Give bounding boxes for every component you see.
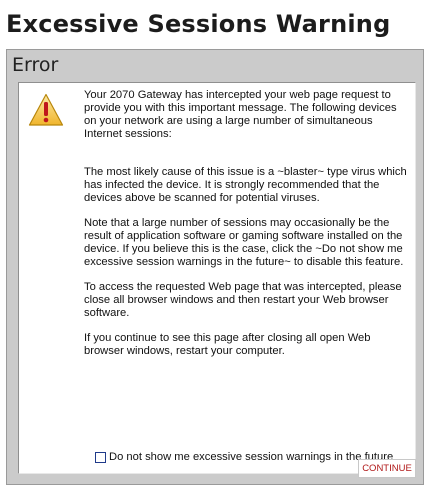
message-restart: If you continue to see this page after c… <box>84 332 371 357</box>
error-panel: Error Your 2070 Gateway has intercepted … <box>6 49 424 485</box>
continue-button[interactable]: CONTINUE <box>358 459 416 478</box>
message-intro: Your 2070 Gateway has intercepted your w… <box>84 89 397 140</box>
optout-label[interactable]: Do not show me excessive session warning… <box>109 451 393 464</box>
optout-checkbox[interactable] <box>95 451 106 463</box>
message-access: To access the requested Web page that wa… <box>84 281 402 319</box>
message-cause: The most likely cause of this issue is a… <box>84 166 407 204</box>
message-text: Your 2070 Gateway has intercepted your w… <box>84 89 410 370</box>
page-title: Excessive Sessions Warning <box>6 10 391 38</box>
panel-header: Error <box>12 54 59 76</box>
message-box: Your 2070 Gateway has intercepted your w… <box>18 82 416 474</box>
warning-triangle-icon <box>28 93 64 127</box>
optout-row[interactable]: Do not show me excessive session warning… <box>95 449 393 465</box>
message-note: Note that a large number of sessions may… <box>84 217 404 268</box>
